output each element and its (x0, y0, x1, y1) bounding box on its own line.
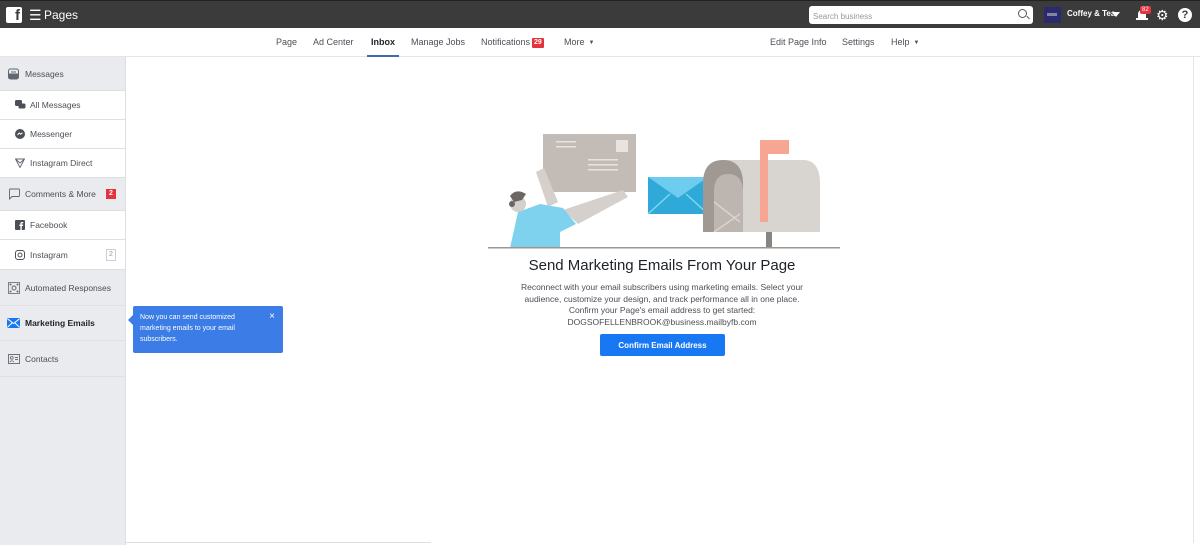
tab-page[interactable]: Page (276, 37, 297, 47)
sidebar-item-automated-responses[interactable]: Automated Responses (0, 270, 125, 306)
sidebar-item-label: Messages (25, 68, 64, 79)
search-box (809, 6, 1033, 26)
confirm-instruction: Confirm your Page's email address to get… (568, 305, 756, 315)
contact-card-icon (8, 353, 20, 364)
tab-notifications[interactable]: Notifications 29 (481, 37, 544, 48)
sidebar-item-label: Messenger (30, 129, 73, 139)
sidebar-item-label: Instagram Direct (30, 158, 93, 168)
page-email-address: DOGSOFELLENBROOK@business.mailbyfb.com (567, 316, 757, 327)
messenger-icon (15, 129, 25, 139)
tab-manage-jobs[interactable]: Manage Jobs (411, 37, 465, 47)
tab-label: Inbox (371, 37, 395, 47)
caret-down-icon: ▼ (913, 40, 920, 46)
inbox-tray-icon (8, 68, 19, 79)
sidebar-item-messages[interactable]: Messages (0, 57, 125, 91)
tab-label: Notifications (481, 37, 531, 47)
comment-icon (9, 188, 20, 200)
comments-badge: 2 (106, 189, 116, 199)
facebook-logo-icon[interactable]: f (6, 7, 22, 24)
caret-down-icon: ▼ (588, 40, 595, 46)
close-icon[interactable]: × (269, 312, 275, 322)
tab-label: Edit Page Info (770, 37, 827, 47)
chevron-down-icon[interactable] (1112, 12, 1120, 17)
marketing-email-illustration (488, 134, 840, 249)
sidebar-item-label: Marketing Emails (25, 318, 95, 328)
page-headline: Send Marketing Emails From Your Page (528, 257, 796, 274)
page-nav: Page Ad Center Inbox Manage Jobs Notific… (0, 28, 1200, 57)
sidebar-item-label: All Messages (30, 100, 81, 110)
gear-icon[interactable]: ⚙ (1156, 8, 1169, 22)
sidebar: Messages All Messages Messenger Instagra… (0, 57, 126, 545)
tab-label: Manage Jobs (411, 37, 466, 47)
tooltip-text: Now you can send customized marketing em… (140, 314, 235, 343)
facebook-icon (15, 220, 25, 230)
tab-ad-center[interactable]: Ad Center (313, 37, 354, 47)
tab-label: More (564, 37, 585, 47)
chat-bubbles-icon (15, 100, 26, 109)
tab-help[interactable]: Help ▼ (891, 37, 919, 47)
sidebar-item-instagram-direct[interactable]: Instagram Direct (0, 149, 125, 178)
confirm-email-button[interactable]: Confirm Email Address (600, 334, 725, 356)
instagram-icon (15, 249, 25, 260)
description-text: Reconnect with your email subscribers us… (520, 282, 804, 304)
sidebar-item-label: Automated Responses (25, 282, 111, 293)
tab-settings[interactable]: Settings (842, 37, 875, 47)
tab-label: Page (276, 37, 298, 47)
app-title[interactable]: Pages (44, 8, 78, 22)
sidebar-item-label: Facebook (30, 220, 68, 230)
tab-inbox[interactable]: Inbox (367, 37, 399, 57)
page-switcher-name[interactable]: Coffey & Tea (1067, 9, 1115, 18)
instagram-count-badge: 2 (106, 248, 116, 261)
tab-label: Settings (842, 37, 875, 47)
marketing-emails-tooltip: Now you can send customized marketing em… (128, 306, 283, 353)
search-input[interactable] (809, 7, 999, 26)
sidebar-item-contacts[interactable]: Contacts (0, 341, 125, 377)
sidebar-item-label: Contacts (25, 353, 59, 364)
notifications-badge: 82 (1140, 6, 1151, 14)
instagram-direct-icon (15, 158, 25, 168)
help-icon[interactable]: ? (1178, 8, 1192, 22)
page-description: Reconnect with your email subscribers us… (505, 282, 819, 328)
sidebar-item-comments-more[interactable]: Comments & More 2 (0, 178, 125, 211)
sidebar-item-label: Comments & More (25, 189, 96, 199)
tab-label: Help (891, 37, 910, 47)
automation-icon (8, 281, 20, 294)
page-avatar[interactable] (1044, 7, 1061, 23)
sidebar-item-all-messages[interactable]: All Messages (0, 91, 125, 120)
envelope-icon (7, 318, 20, 328)
sidebar-item-label: Instagram (30, 249, 68, 260)
notifications-count-badge: 29 (532, 38, 544, 48)
tab-label: Ad Center (313, 37, 354, 47)
tab-edit-page-info[interactable]: Edit Page Info (770, 37, 827, 47)
sidebar-item-facebook[interactable]: Facebook (0, 211, 125, 240)
search-icon[interactable] (1018, 9, 1027, 18)
tab-more[interactable]: More ▼ (564, 37, 594, 47)
sidebar-item-marketing-emails[interactable]: Marketing Emails (0, 306, 125, 341)
sidebar-item-instagram[interactable]: Instagram 2 (0, 240, 125, 270)
menu-icon[interactable]: ☰ (29, 7, 42, 23)
top-bar: f ☰ Pages Coffey & Tea 82 ⚙ ? (0, 0, 1200, 28)
sidebar-item-messenger[interactable]: Messenger (0, 120, 125, 149)
